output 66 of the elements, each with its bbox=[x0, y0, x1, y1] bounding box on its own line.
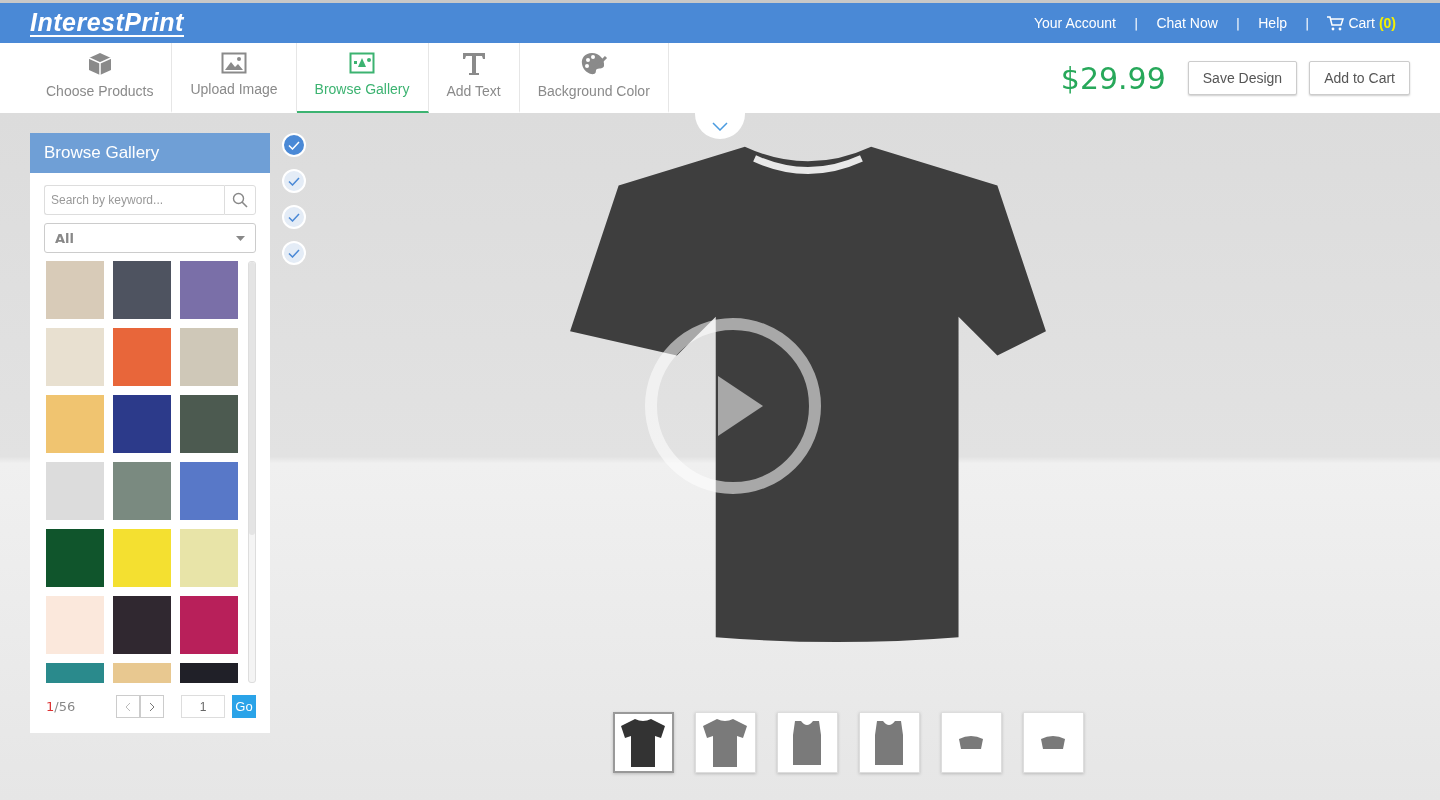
link-separator: | bbox=[1305, 15, 1310, 31]
nav-link[interactable]: Help bbox=[1258, 15, 1288, 31]
scrollbar[interactable] bbox=[248, 261, 256, 683]
check-icon bbox=[288, 248, 300, 258]
search-icon bbox=[232, 192, 248, 208]
cart-link[interactable]: Cart (0) bbox=[1327, 15, 1396, 31]
go-button[interactable]: Go bbox=[232, 695, 256, 718]
pattern-thumbnail[interactable] bbox=[180, 261, 238, 319]
palette-icon bbox=[579, 51, 608, 77]
layer-button[interactable] bbox=[282, 205, 306, 229]
layer-button[interactable] bbox=[282, 241, 306, 265]
gallery-icon bbox=[349, 51, 376, 75]
pattern-thumbnail[interactable] bbox=[113, 328, 171, 386]
check-icon bbox=[288, 176, 300, 186]
previous-button[interactable] bbox=[116, 695, 140, 718]
layer-button[interactable] bbox=[282, 133, 306, 157]
pattern-thumbnail[interactable] bbox=[180, 529, 238, 587]
panel-title: Browse Gallery bbox=[30, 133, 270, 173]
chevron-left-icon bbox=[125, 701, 131, 712]
pattern-thumbnail[interactable] bbox=[46, 529, 104, 587]
pattern-thumbnail[interactable] bbox=[46, 328, 104, 386]
text-icon bbox=[460, 51, 487, 77]
layer-button[interactable] bbox=[282, 169, 306, 193]
pattern-thumbnail[interactable] bbox=[46, 395, 104, 453]
pattern-thumbnail[interactable] bbox=[113, 529, 171, 587]
cart-icon bbox=[1327, 15, 1345, 31]
check-icon bbox=[288, 212, 300, 222]
pattern-thumbnail[interactable] bbox=[113, 395, 171, 453]
chevron-right-icon bbox=[149, 701, 155, 712]
action-button[interactable]: Add to Cart bbox=[1309, 61, 1410, 95]
pattern-thumbnail[interactable] bbox=[113, 596, 171, 654]
link-separator: | bbox=[1134, 15, 1139, 31]
nav-link[interactable]: Your Account bbox=[1034, 15, 1116, 31]
pattern-thumbnail[interactable] bbox=[180, 462, 238, 520]
pattern-thumbnail[interactable] bbox=[180, 395, 238, 453]
pattern-thumbnail[interactable] bbox=[113, 462, 171, 520]
logo[interactable]: InterestPrint bbox=[30, 9, 184, 37]
search-button[interactable] bbox=[224, 185, 256, 215]
search-field[interactable]: Search by keyword... bbox=[44, 185, 224, 215]
pattern-thumbnail[interactable] bbox=[46, 596, 104, 654]
nav-link[interactable]: Chat Now bbox=[1156, 15, 1218, 31]
check-icon bbox=[288, 140, 300, 150]
sleeve-icon bbox=[956, 735, 986, 750]
chevron-down-icon bbox=[712, 121, 728, 131]
page-field[interactable]: 1 bbox=[181, 695, 225, 718]
pattern-thumbnail[interactable] bbox=[46, 261, 104, 319]
price: $29.99 bbox=[1060, 60, 1166, 96]
pattern-thumbnail[interactable] bbox=[46, 462, 104, 520]
view-thumbnail[interactable] bbox=[612, 712, 674, 773]
page-count: 1/56 bbox=[46, 699, 77, 714]
link-separator: | bbox=[1235, 15, 1241, 31]
collapse-button[interactable] bbox=[695, 113, 745, 139]
next-button[interactable] bbox=[140, 695, 164, 718]
tool-tab[interactable]: Browse Gallery bbox=[296, 43, 429, 113]
sleeve-icon bbox=[1038, 735, 1068, 750]
category-dropdown[interactable]: All bbox=[44, 223, 256, 253]
pattern-thumbnail[interactable] bbox=[180, 596, 238, 654]
image-icon bbox=[221, 51, 247, 75]
action-button[interactable]: Save Design bbox=[1187, 61, 1298, 95]
t-shirt-icon bbox=[701, 716, 749, 769]
t-shirt-icon bbox=[619, 716, 667, 769]
cube-icon bbox=[86, 51, 113, 77]
play-icon[interactable] bbox=[643, 316, 823, 496]
caret-icon bbox=[236, 235, 245, 241]
pattern-thumbnail[interactable] bbox=[113, 261, 171, 319]
pattern-thumbnail[interactable] bbox=[180, 328, 238, 386]
